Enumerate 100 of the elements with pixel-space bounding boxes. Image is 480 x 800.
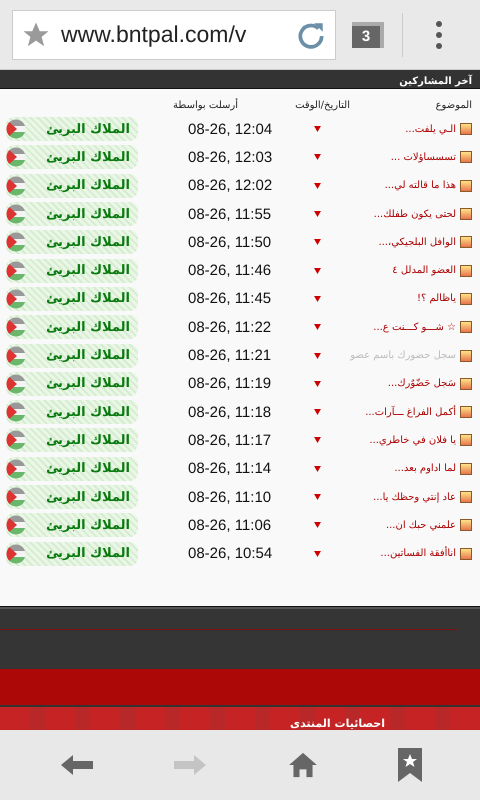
flag-icon xyxy=(6,204,26,224)
post-date: 08-26, 11:21 xyxy=(188,347,272,364)
topic-link[interactable]: هذا ما قالته لي... xyxy=(384,180,456,192)
dropdown-arrow-icon[interactable] xyxy=(314,296,320,302)
dropdown-arrow-icon[interactable] xyxy=(314,182,320,189)
author-badge[interactable]: الملاك البريئ xyxy=(6,174,138,198)
topic-link[interactable]: علمني حبك ان... xyxy=(386,520,456,531)
post-date: 08-26, 11:14 xyxy=(188,460,272,478)
author-badge[interactable]: الملاك البريئ xyxy=(6,117,138,142)
dropdown-arrow-icon[interactable] xyxy=(314,211,320,218)
author-badge[interactable]: الملاك البريئ xyxy=(6,230,138,254)
post-date: 08-26, 11:46 xyxy=(188,262,272,280)
topic-link[interactable]: ياظالم ؟! xyxy=(416,293,456,304)
post-date: 08-26, 12:03 xyxy=(188,148,274,166)
section-title: آخر المشاركين xyxy=(399,76,472,88)
flag-icon xyxy=(6,544,26,564)
author-badge[interactable]: الملاك البريئ xyxy=(6,485,138,509)
author-badge[interactable]: الملاك البريئ xyxy=(6,145,138,170)
post-date: 08-26, 11:45 xyxy=(188,290,272,308)
document-icon xyxy=(460,350,472,362)
flag-icon xyxy=(6,515,26,536)
post-date: 08-26, 11:19 xyxy=(188,375,272,392)
dropdown-arrow-icon[interactable] xyxy=(314,494,320,500)
document-icon xyxy=(460,151,472,164)
stats-title: احصائيات المنتدى xyxy=(290,717,385,730)
document-icon xyxy=(460,264,472,277)
dropdown-arrow-icon[interactable] xyxy=(314,466,320,472)
document-icon xyxy=(460,378,472,390)
dropdown-arrow-icon[interactable] xyxy=(314,239,320,246)
dropdown-arrow-icon[interactable] xyxy=(314,154,320,160)
dropdown-arrow-icon[interactable] xyxy=(314,522,320,528)
topic-link[interactable]: تسسساؤلات ... xyxy=(390,152,456,163)
author-badge[interactable]: الملاك البريئ xyxy=(6,372,138,396)
column-header: أرسلت بواسطة xyxy=(172,100,239,110)
flag-icon xyxy=(6,288,26,309)
author-badge[interactable]: الملاك البريئ xyxy=(6,344,138,368)
bookmark-icon[interactable] xyxy=(398,748,422,782)
menu-icon[interactable] xyxy=(435,20,443,50)
flag-icon xyxy=(6,317,26,338)
topic-link[interactable]: الـي يلفت... xyxy=(405,124,456,135)
flag-icon xyxy=(6,147,26,168)
back-icon[interactable] xyxy=(58,752,94,778)
document-icon xyxy=(460,208,472,220)
document-icon xyxy=(460,462,472,475)
post-date: 08-26, 12:04 xyxy=(188,120,274,138)
author-badge[interactable]: الملاك البريئ xyxy=(6,315,138,340)
author-badge[interactable]: الملاك البريئ xyxy=(6,428,138,452)
tabs-button[interactable]: 3 xyxy=(352,22,384,48)
post-date: 08-26, 10:54 xyxy=(188,545,274,562)
flag-icon xyxy=(6,458,26,479)
topic-link[interactable]: لحتى يكون طفلك... xyxy=(374,208,456,220)
author-badge[interactable]: الملاك البريئ xyxy=(6,258,138,283)
document-icon xyxy=(460,292,472,305)
flag-icon xyxy=(6,374,26,394)
author-badge[interactable]: الملاك البريئ xyxy=(6,542,138,566)
flag-icon xyxy=(6,232,26,252)
topic-link[interactable]: أكمل الفراغ ـــآرات... xyxy=(365,406,456,418)
topic-link[interactable]: اناأفقة الفساتين... xyxy=(380,548,456,560)
topic-link[interactable]: لما اداوم بعد... xyxy=(394,463,456,474)
flag-icon xyxy=(6,346,26,366)
dropdown-arrow-icon[interactable] xyxy=(314,324,320,330)
flag-icon xyxy=(6,176,26,196)
document-icon xyxy=(460,434,472,446)
flag-icon xyxy=(6,487,26,507)
post-date: 08-26, 11:17 xyxy=(188,432,272,449)
flag-icon xyxy=(6,119,26,140)
post-date: 08-26, 11:06 xyxy=(188,516,272,534)
document-icon xyxy=(460,180,472,192)
topic-link[interactable]: يا فلان في خاطري... xyxy=(369,434,456,446)
document-icon xyxy=(460,123,472,136)
author-badge[interactable]: الملاك البريئ xyxy=(6,286,138,311)
post-date: 08-26, 11:10 xyxy=(188,488,272,506)
document-icon xyxy=(460,519,472,532)
document-icon xyxy=(460,491,472,503)
document-icon xyxy=(460,236,472,248)
document-icon xyxy=(460,548,472,560)
dropdown-arrow-icon[interactable] xyxy=(314,550,320,557)
author-badge[interactable]: الملاك البريئ xyxy=(6,513,138,538)
post-date: 08-26, 11:18 xyxy=(188,404,272,421)
flag-icon xyxy=(6,402,26,422)
dropdown-arrow-icon[interactable] xyxy=(314,352,320,359)
column-header: الموضوع xyxy=(434,100,472,110)
topic-link[interactable]: سَجل حَضّوٌرك... xyxy=(388,378,456,390)
dropdown-arrow-icon[interactable] xyxy=(314,409,320,416)
dropdown-arrow-icon[interactable] xyxy=(314,268,320,274)
topic-link[interactable]: ☆ شـــو كـــنت ع... xyxy=(373,322,456,333)
dropdown-arrow-icon[interactable] xyxy=(314,437,320,444)
post-date: 08-26, 11:22 xyxy=(188,318,272,336)
author-badge[interactable]: الملاك البريئ xyxy=(6,400,138,424)
document-icon xyxy=(460,406,472,418)
address-field[interactable]: www.bntpal.com/v xyxy=(12,10,336,60)
topic-link[interactable]: الوافل البلجيكي،... xyxy=(378,236,456,248)
author-badge[interactable]: الملاك البريئ xyxy=(6,456,138,481)
dropdown-arrow-icon[interactable] xyxy=(314,380,320,387)
topic-link[interactable]: عاد إنتي وحظك يا... xyxy=(373,492,456,502)
post-date: 08-26, 11:55 xyxy=(188,206,272,223)
author-badge[interactable]: الملاك البريئ xyxy=(6,202,138,226)
topic-link[interactable]: العضو المدلل ٤ xyxy=(392,265,456,276)
dropdown-arrow-icon[interactable] xyxy=(314,126,320,132)
post-date: 08-26, 11:50 xyxy=(188,234,272,251)
